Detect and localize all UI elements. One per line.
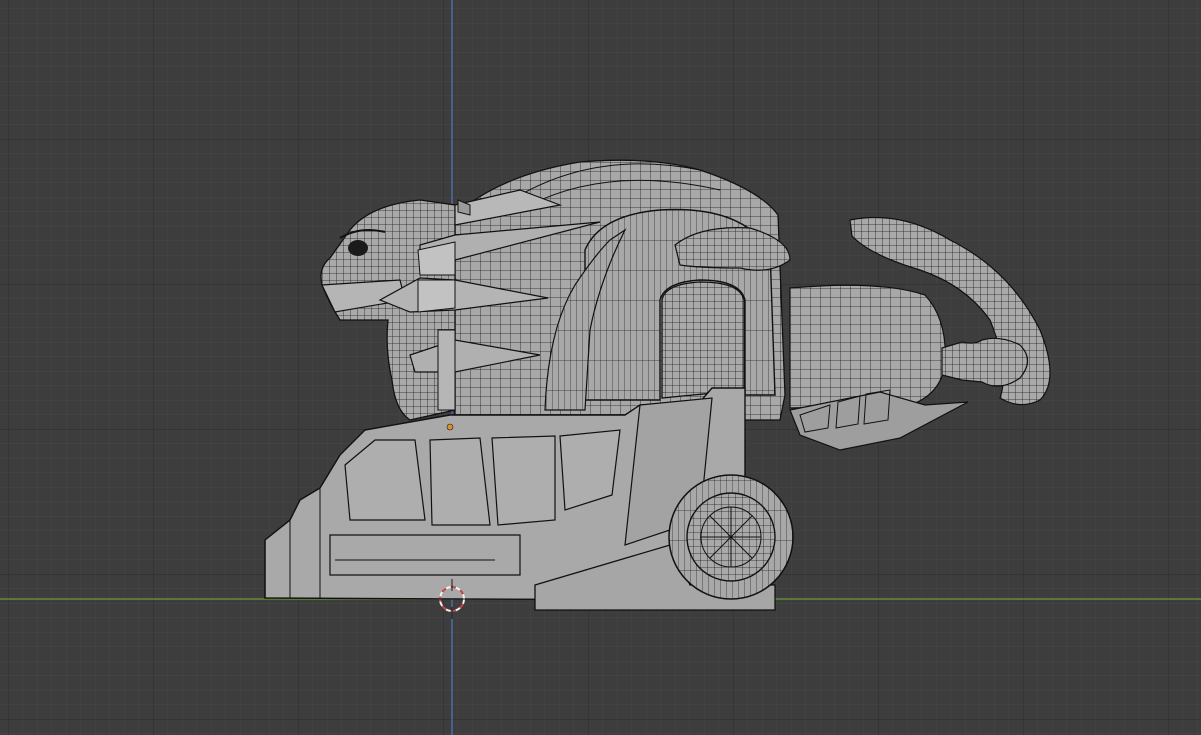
viewport-canvas[interactable] bbox=[0, 0, 1201, 735]
3d-viewport[interactable] bbox=[0, 0, 1201, 735]
origin-dot-icon bbox=[446, 423, 454, 431]
wheel[interactable] bbox=[668, 474, 794, 600]
